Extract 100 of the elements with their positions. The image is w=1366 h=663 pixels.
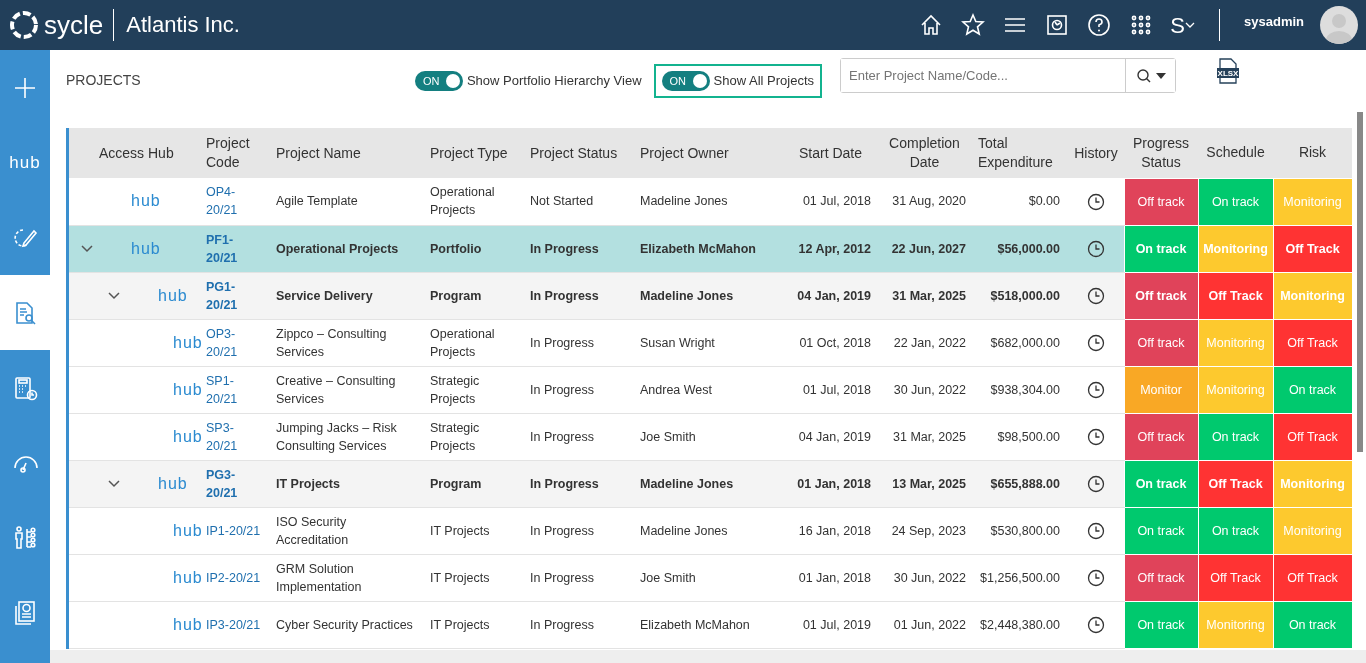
hub-link[interactable]: hub: [173, 427, 203, 446]
column-header: Start Date: [784, 128, 877, 178]
status-cell: Monitoring: [1273, 507, 1352, 554]
table-cell: Joe Smith: [634, 413, 784, 460]
avatar[interactable]: [1320, 6, 1358, 44]
status-cell: Off track: [1124, 178, 1198, 225]
status-cell: Monitoring: [1273, 460, 1352, 507]
project-code-link[interactable]: OP4-20/21: [206, 183, 264, 220]
hierarchy-icon[interactable]: [12, 524, 38, 551]
table-cell: $1,256,500.00: [972, 554, 1068, 601]
hub-link[interactable]: hub: [173, 380, 203, 399]
table-cell: 24 Sep, 2023: [877, 507, 972, 554]
report-icon[interactable]: [12, 599, 38, 626]
project-code-link[interactable]: OP3-20/21: [206, 324, 264, 361]
status-cell: On track: [1124, 507, 1198, 554]
hub-link[interactable]: hub: [131, 192, 161, 211]
status-cell: On track: [1124, 225, 1198, 272]
calculator-icon[interactable]: [12, 374, 38, 401]
search-field[interactable]: Enter Project Name/Code...: [840, 58, 1176, 93]
project-code-link[interactable]: IP2-20/21: [206, 568, 264, 587]
hub-link[interactable]: hub: [131, 239, 161, 258]
table-cell: $56,000.00: [972, 225, 1068, 272]
table-cell: Not Started: [524, 178, 634, 225]
column-header: Project Code: [200, 128, 270, 178]
clock-icon[interactable]: [1086, 380, 1105, 399]
clock-icon[interactable]: [1086, 568, 1105, 587]
hub-link[interactable]: hub: [173, 615, 203, 634]
clock-icon[interactable]: [1086, 286, 1105, 305]
table-cell: $2,448,380.00: [972, 601, 1068, 648]
switcher-button[interactable]: S: [1170, 8, 1195, 42]
hub-link[interactable]: hub: [173, 568, 203, 587]
table-cell: $98,500.00: [972, 413, 1068, 460]
table-cell: 01 Jul, 2018: [784, 178, 877, 225]
table-cell: In Progress: [524, 366, 634, 413]
table-cell: Creative – Consulting Services: [270, 366, 424, 413]
status-cell: On track: [1198, 413, 1273, 460]
clock-icon[interactable]: [1086, 239, 1105, 258]
table-cell: Service Delivery: [270, 272, 424, 319]
company-name: Atlantis Inc.: [113, 9, 240, 41]
table-cell: Operational Projects: [424, 319, 524, 366]
status-cell: Off Track: [1273, 319, 1352, 366]
table-cell: $938,304.00: [972, 366, 1068, 413]
project-code-link[interactable]: SP1-20/21: [206, 371, 264, 408]
help-icon[interactable]: [1086, 12, 1113, 38]
column-header: Risk: [1273, 128, 1352, 178]
hub-link[interactable]: hub: [158, 474, 188, 493]
project-code-link[interactable]: SP3-20/21: [206, 418, 264, 455]
status-cell: On track: [1198, 178, 1273, 225]
clock-icon[interactable]: [1086, 427, 1105, 446]
user-name[interactable]: sysadmin: [1244, 12, 1304, 32]
table-cell: Portfolio: [424, 225, 524, 272]
status-cell: On track: [1198, 507, 1273, 554]
status-cell: Monitoring: [1273, 178, 1352, 225]
table-cell: Zippco – Consulting Services: [270, 319, 424, 366]
chevron-icon[interactable]: [108, 291, 120, 300]
status-cell: Off Track: [1198, 272, 1273, 319]
status-cell: Off Track: [1273, 413, 1352, 460]
status-cell: On track: [1273, 366, 1352, 413]
hub-link[interactable]: hub: [173, 333, 203, 352]
table-cell: $530,800.00: [972, 507, 1068, 554]
table-cell: 01 Jan, 2018: [784, 554, 877, 601]
column-header: Project Status: [524, 128, 634, 178]
chevron-icon[interactable]: [81, 244, 93, 253]
sidebar-item[interactable]: hub: [0, 125, 50, 200]
status-cell: Monitoring: [1273, 272, 1352, 319]
status-cell: Off track: [1124, 319, 1198, 366]
search-icon: [1135, 67, 1152, 84]
search-button[interactable]: [1125, 59, 1175, 92]
table-cell: In Progress: [524, 413, 634, 460]
hub-link[interactable]: hub: [173, 521, 203, 540]
table-cell: 31 Mar, 2025: [877, 272, 972, 319]
toggle-switch[interactable]: ON: [414, 71, 463, 91]
status-cell: Monitoring: [1198, 319, 1273, 366]
table-cell: $518,000.00: [972, 272, 1068, 319]
table-cell: In Progress: [524, 601, 634, 648]
status-cell: Off track: [1124, 413, 1198, 460]
toggle-switch[interactable]: ON: [661, 71, 710, 91]
scrollbar[interactable]: [50, 650, 1366, 663]
star-icon[interactable]: [960, 12, 987, 38]
clock-icon[interactable]: [1086, 333, 1105, 352]
clock-icon[interactable]: [1086, 615, 1105, 634]
table-cell: IT Projects: [424, 554, 524, 601]
clock-icon[interactable]: [1086, 192, 1105, 211]
hub-link[interactable]: hub: [158, 286, 188, 305]
table-cell: Program: [424, 272, 524, 319]
clock-icon[interactable]: [1086, 521, 1105, 540]
column-header: Project Name: [270, 128, 424, 178]
table-cell: 04 Jan, 2019: [784, 272, 877, 319]
table-cell: Elizabeth McMahon: [634, 601, 784, 648]
project-code-link[interactable]: IP3-20/21: [206, 615, 264, 634]
chevron-icon[interactable]: [108, 479, 120, 488]
table-cell: Joe Smith: [634, 554, 784, 601]
table-cell: Strategic Projects: [424, 366, 524, 413]
table-cell: 31 Aug, 2020: [877, 178, 972, 225]
status-cell: Off Track: [1273, 554, 1352, 601]
table-cell: Operational Projects: [270, 225, 424, 272]
clock-icon[interactable]: [1086, 474, 1105, 493]
toggle-label: Show All Projects: [713, 72, 814, 91]
table-cell: $0.00: [972, 178, 1068, 225]
project-code-link[interactable]: IP1-20/21: [206, 521, 264, 540]
